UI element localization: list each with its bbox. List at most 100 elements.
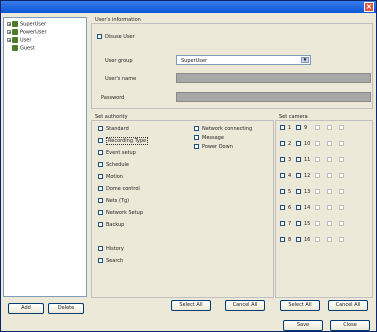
disabled-checkbox-icon: [339, 205, 344, 210]
checkbox-icon: [98, 162, 103, 167]
authority-checkbox[interactable]: Recording Type: [98, 137, 149, 145]
camera-checkbox[interactable]: [296, 125, 301, 130]
user-group-icon: [12, 37, 18, 43]
disabled-checkbox-icon: [315, 141, 320, 146]
checkbox-icon: [194, 135, 199, 140]
tree-item[interactable]: Guest: [7, 45, 35, 53]
checkbox-icon: [98, 222, 103, 227]
disuse-user-checkbox[interactable]: Disuse User: [97, 34, 135, 40]
checkbox-icon: [98, 150, 103, 155]
disabled-checkbox-icon: [327, 141, 332, 146]
camera-row: 7 15: [280, 221, 347, 227]
camera-checkbox[interactable]: [296, 173, 301, 178]
camera-checkbox[interactable]: [280, 125, 285, 130]
camera-checkbox[interactable]: [280, 237, 285, 242]
close-button[interactable]: Close: [330, 320, 370, 331]
title-bar: ×: [1, 1, 376, 13]
disabled-checkbox-icon: [327, 205, 332, 210]
disabled-checkbox-icon: [327, 237, 332, 242]
authority-checkbox[interactable]: Power Down: [194, 144, 233, 150]
checkbox-icon: [98, 198, 103, 203]
tree-item[interactable]: + PowerUser: [7, 29, 47, 37]
checkbox-icon: [98, 174, 103, 179]
authority-checkbox[interactable]: Backup: [98, 222, 124, 228]
camera-checkbox[interactable]: [296, 205, 301, 210]
authority-cancel-all-button[interactable]: Cancel All: [225, 300, 265, 311]
disabled-checkbox-icon: [339, 173, 344, 178]
password-input[interactable]: [176, 92, 371, 102]
user-group-icon: [12, 45, 18, 51]
camera-checkbox[interactable]: [280, 157, 285, 162]
authority-select-all-button[interactable]: Select All: [171, 300, 211, 311]
disabled-checkbox-icon: [315, 157, 320, 162]
checkbox-icon: [194, 144, 199, 149]
disabled-checkbox-icon: [327, 173, 332, 178]
disabled-checkbox-icon: [327, 189, 332, 194]
checkbox-icon: [98, 126, 103, 131]
authority-checkbox[interactable]: Event setup: [98, 150, 136, 156]
disabled-checkbox-icon: [315, 125, 320, 130]
user-group-icon: [12, 29, 18, 35]
delete-button[interactable]: Delete: [48, 303, 84, 314]
disabled-checkbox-icon: [315, 173, 320, 178]
authority-checkbox[interactable]: Standard: [98, 126, 129, 132]
disabled-checkbox-icon: [339, 237, 344, 242]
authority-checkbox[interactable]: Message: [194, 135, 224, 141]
camera-row: 19: [280, 125, 347, 131]
disabled-checkbox-icon: [339, 141, 344, 146]
camera-cancel-all-button[interactable]: Cancel All: [328, 300, 368, 311]
expand-icon[interactable]: +: [7, 37, 11, 42]
user-name-input[interactable]: [176, 73, 371, 83]
camera-checkbox[interactable]: [296, 221, 301, 226]
camera-checkbox[interactable]: [296, 141, 301, 146]
disabled-checkbox-icon: [315, 189, 320, 194]
user-tree[interactable]: + SuperUser + PowerUser + User Guest: [3, 17, 87, 297]
user-name-label: User's name: [105, 76, 137, 82]
checkbox-icon: [98, 210, 103, 215]
checkbox-icon: [97, 34, 102, 39]
camera-checkbox[interactable]: [280, 221, 285, 226]
camera-checkbox[interactable]: [280, 189, 285, 194]
disabled-checkbox-icon: [315, 221, 320, 226]
authority-checkbox[interactable]: History: [98, 246, 124, 252]
disabled-checkbox-icon: [339, 221, 344, 226]
expand-icon[interactable]: +: [7, 29, 11, 34]
authority-checkbox[interactable]: Dome control: [98, 186, 140, 192]
checkbox-icon: [98, 258, 103, 263]
authority-checkbox[interactable]: Nets (Tg): [98, 198, 129, 204]
camera-checkbox[interactable]: [280, 141, 285, 146]
checkbox-icon: [98, 138, 103, 143]
camera-checkbox[interactable]: [296, 237, 301, 242]
disabled-checkbox-icon: [339, 157, 344, 162]
user-group-select[interactable]: SuperUser ▼: [176, 55, 311, 65]
authority-checkbox[interactable]: Motion: [98, 174, 123, 180]
authority-checkbox[interactable]: Search: [98, 258, 123, 264]
close-icon[interactable]: ×: [364, 2, 374, 12]
authority-checkbox[interactable]: Network Setup: [98, 210, 143, 216]
camera-row: 8 16: [280, 237, 347, 243]
camera-row: 2 10: [280, 141, 347, 147]
camera-checkbox[interactable]: [296, 189, 301, 194]
tree-item[interactable]: + User: [7, 37, 31, 45]
checkbox-icon: [194, 126, 199, 131]
authority-checkbox[interactable]: Network connecting: [194, 126, 252, 132]
disabled-checkbox-icon: [339, 125, 344, 130]
tree-item[interactable]: + SuperUser: [7, 21, 46, 29]
checkbox-icon: [98, 186, 103, 191]
save-button[interactable]: Save: [283, 320, 323, 331]
camera-checkbox[interactable]: [280, 205, 285, 210]
add-button[interactable]: Add: [8, 303, 44, 314]
checkbox-icon: [98, 246, 103, 251]
authority-group: [91, 120, 274, 298]
camera-select-all-button[interactable]: Select All: [280, 300, 320, 311]
disabled-checkbox-icon: [327, 157, 332, 162]
chevron-down-icon[interactable]: ▼: [301, 57, 309, 63]
user-group-icon: [12, 21, 18, 27]
user-management-dialog: × + SuperUser + PowerUser + User Guest Add Del…: [0, 0, 377, 332]
camera-checkbox[interactable]: [280, 173, 285, 178]
authority-checkbox[interactable]: Schedule: [98, 162, 129, 168]
disabled-checkbox-icon: [327, 221, 332, 226]
expand-icon[interactable]: +: [7, 21, 11, 26]
disabled-checkbox-icon: [315, 205, 320, 210]
camera-checkbox[interactable]: [296, 157, 301, 162]
